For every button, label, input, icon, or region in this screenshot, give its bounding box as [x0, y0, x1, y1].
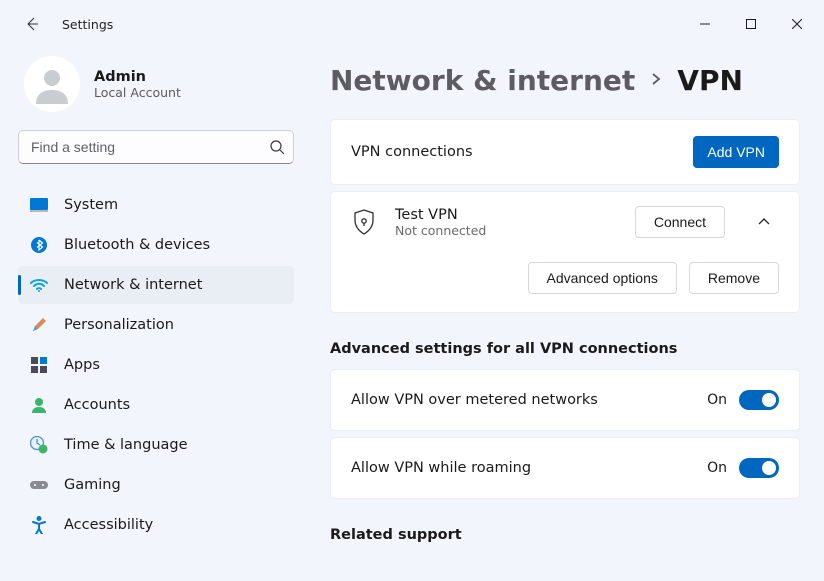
- accessibility-icon: [30, 516, 48, 534]
- bluetooth-icon: [30, 236, 48, 254]
- advanced-options-button[interactable]: Advanced options: [528, 262, 677, 294]
- sidebar-item-label: Accessibility: [64, 517, 153, 533]
- minimize-icon: [700, 19, 710, 29]
- chevron-up-icon: [757, 215, 771, 229]
- close-icon: [792, 19, 802, 29]
- breadcrumb-current: VPN: [677, 64, 743, 97]
- avatar: [24, 56, 80, 112]
- roaming-toggle[interactable]: [739, 458, 779, 478]
- accounts-icon: [30, 396, 48, 414]
- sidebar-item-apps[interactable]: Apps: [18, 346, 294, 384]
- vpn-item-card: Test VPN Not connected Connect Advanced …: [330, 191, 800, 313]
- sidebar-item-personalization[interactable]: Personalization: [18, 306, 294, 344]
- sidebar-item-label: Time & language: [64, 437, 188, 453]
- metered-toggle-row: Allow VPN over metered networks On: [330, 369, 800, 431]
- search-icon: [270, 140, 285, 155]
- search-button[interactable]: [268, 138, 286, 156]
- vpn-item-status: Not connected: [395, 223, 617, 238]
- metered-label: Allow VPN over metered networks: [351, 392, 707, 408]
- profile-name: Admin: [94, 69, 181, 85]
- profile-subtitle: Local Account: [94, 85, 181, 100]
- nav-list: System Bluetooth & devices Network & int…: [18, 186, 300, 544]
- back-button[interactable]: [22, 14, 42, 34]
- minimize-button[interactable]: [682, 8, 728, 40]
- roaming-label: Allow VPN while roaming: [351, 460, 707, 476]
- sidebar-item-label: Personalization: [64, 317, 174, 333]
- sidebar-item-label: System: [64, 197, 118, 213]
- person-icon: [32, 64, 72, 104]
- titlebar: Settings: [0, 0, 824, 48]
- window-title: Settings: [62, 17, 113, 32]
- sidebar-item-accounts[interactable]: Accounts: [18, 386, 294, 424]
- search-input[interactable]: [18, 130, 294, 164]
- sidebar-item-bluetooth[interactable]: Bluetooth & devices: [18, 226, 294, 264]
- metered-toggle[interactable]: [739, 390, 779, 410]
- vpn-connections-label: VPN connections: [351, 144, 693, 160]
- sidebar-item-accessibility[interactable]: Accessibility: [18, 506, 294, 544]
- sidebar-item-label: Gaming: [64, 477, 121, 493]
- apps-icon: [30, 356, 48, 374]
- clock-globe-icon: [30, 436, 48, 454]
- roaming-toggle-row: Allow VPN while roaming On: [330, 437, 800, 499]
- system-icon: [30, 196, 48, 214]
- profile-block[interactable]: Admin Local Account: [18, 48, 300, 130]
- sidebar-item-label: Accounts: [64, 397, 130, 413]
- wifi-icon: [30, 276, 48, 294]
- breadcrumb-parent[interactable]: Network & internet: [330, 64, 635, 97]
- maximize-icon: [746, 19, 756, 29]
- paintbrush-icon: [30, 316, 48, 334]
- sidebar-item-label: Apps: [64, 357, 100, 373]
- chevron-right-icon: [649, 72, 663, 90]
- vpn-item-name: Test VPN: [395, 207, 617, 223]
- gamepad-icon: [30, 476, 48, 494]
- sidebar-item-time-language[interactable]: Time & language: [18, 426, 294, 464]
- roaming-state: On: [707, 460, 727, 476]
- sidebar-item-system[interactable]: System: [18, 186, 294, 224]
- sidebar-item-gaming[interactable]: Gaming: [18, 466, 294, 504]
- remove-vpn-button[interactable]: Remove: [689, 262, 779, 294]
- connect-button[interactable]: Connect: [635, 206, 725, 238]
- sidebar-item-network[interactable]: Network & internet: [18, 266, 294, 304]
- arrow-left-icon: [24, 16, 40, 32]
- main-content: Network & internet VPN VPN connections A…: [300, 48, 824, 581]
- breadcrumb: Network & internet VPN: [330, 64, 800, 97]
- sidebar-item-label: Bluetooth & devices: [64, 237, 210, 253]
- advanced-section-title: Advanced settings for all VPN connection…: [330, 341, 800, 357]
- sidebar: Admin Local Account System Bluetooth & d…: [0, 48, 300, 581]
- related-section-title: Related support: [330, 527, 800, 543]
- maximize-button[interactable]: [728, 8, 774, 40]
- metered-state: On: [707, 392, 727, 408]
- window-controls: [682, 8, 820, 40]
- close-button[interactable]: [774, 8, 820, 40]
- sidebar-item-label: Network & internet: [64, 277, 202, 293]
- vpn-connections-card: VPN connections Add VPN: [330, 119, 800, 185]
- add-vpn-button[interactable]: Add VPN: [693, 136, 779, 168]
- shield-icon: [351, 209, 377, 235]
- expand-vpn-button[interactable]: [749, 207, 779, 237]
